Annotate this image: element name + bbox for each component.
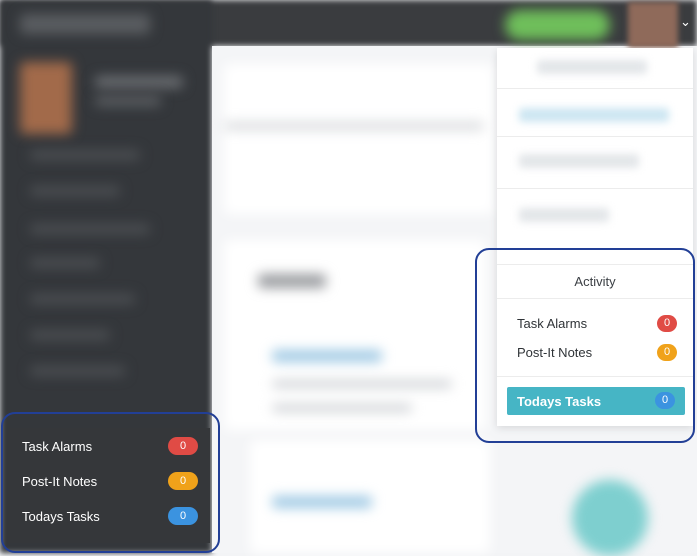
dropdown-menu-item[interactable] bbox=[519, 154, 639, 168]
sidebar-nav-item[interactable] bbox=[30, 366, 125, 376]
sidebar-user-name bbox=[95, 76, 183, 88]
card-text-line bbox=[272, 380, 452, 388]
content-card bbox=[224, 240, 486, 430]
sidebar-nav-item[interactable] bbox=[30, 150, 140, 160]
dropdown-user-name bbox=[537, 60, 647, 74]
highlight-outline bbox=[475, 248, 695, 443]
chevron-down-icon[interactable]: ⌄ bbox=[680, 14, 691, 30]
sidebar-nav-item[interactable] bbox=[30, 258, 100, 268]
content-toolbar bbox=[224, 122, 484, 130]
topbar-action-button[interactable] bbox=[505, 10, 610, 40]
card-link[interactable] bbox=[272, 350, 382, 362]
sidebar-nav-item[interactable] bbox=[30, 330, 110, 340]
divider bbox=[497, 88, 693, 89]
app-logo bbox=[20, 14, 150, 34]
card-text-line bbox=[272, 404, 412, 412]
divider bbox=[497, 188, 693, 189]
sidebar-nav-item[interactable] bbox=[30, 224, 150, 234]
dropdown-menu-item[interactable] bbox=[519, 208, 609, 222]
highlight-outline bbox=[1, 412, 220, 553]
content-card bbox=[224, 64, 494, 214]
floating-badge bbox=[572, 480, 648, 556]
card-heading bbox=[258, 274, 326, 288]
sidebar-avatar bbox=[20, 62, 72, 134]
dropdown-menu-item[interactable] bbox=[519, 108, 669, 122]
divider bbox=[497, 136, 693, 137]
sidebar-nav-item[interactable] bbox=[30, 294, 135, 304]
sidebar-user-role bbox=[95, 96, 161, 106]
sidebar-nav-item[interactable] bbox=[30, 186, 120, 196]
user-avatar[interactable] bbox=[628, 2, 678, 48]
card-link[interactable] bbox=[272, 496, 372, 508]
